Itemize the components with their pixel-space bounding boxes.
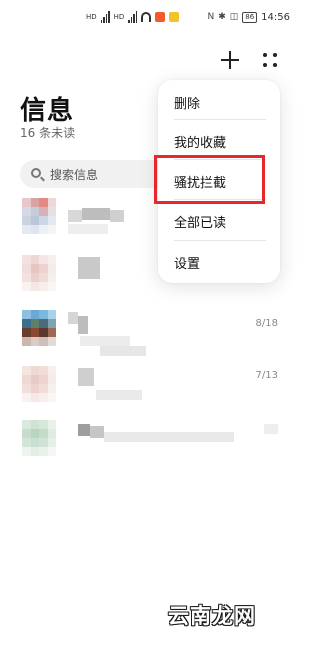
vibrate-icon: ◫ bbox=[229, 12, 239, 22]
conversation-item[interactable] bbox=[0, 420, 300, 475]
menu-item-label: 设置 bbox=[174, 257, 201, 272]
avatar bbox=[22, 255, 56, 291]
unread-count: 16 条未读 bbox=[20, 126, 76, 140]
wifi-icon bbox=[141, 12, 152, 22]
search-placeholder: 搜索信息 bbox=[50, 168, 99, 182]
more-grid-icon[interactable] bbox=[261, 51, 279, 69]
menu-item-mark-all-read[interactable]: 全部已读 bbox=[158, 201, 280, 239]
menu-item-label: 删除 bbox=[174, 97, 201, 112]
conversation-date: 7/13 bbox=[255, 370, 278, 381]
conversation-item[interactable]: 7/13 bbox=[0, 366, 300, 421]
menu-divider bbox=[174, 119, 266, 120]
menu-item-label: 全部已读 bbox=[174, 216, 227, 231]
status-right-group: N ✱ ◫ 86 14:56 bbox=[207, 10, 290, 24]
bluetooth-icon: ✱ bbox=[218, 12, 226, 22]
plus-icon[interactable] bbox=[220, 50, 240, 70]
watermark: 云南龙网 bbox=[168, 604, 256, 628]
avatar bbox=[22, 198, 56, 234]
avatar bbox=[22, 310, 56, 346]
signal-icon-2 bbox=[128, 11, 138, 23]
conversation-date: 8/18 bbox=[255, 318, 278, 329]
status-time: 14:56 bbox=[261, 11, 290, 23]
menu-item-delete[interactable]: 删除 bbox=[158, 82, 280, 120]
network-label-1: HD bbox=[86, 12, 97, 21]
network-label-2: HD bbox=[113, 12, 125, 21]
highlight-annotation-box bbox=[154, 155, 265, 204]
search-icon bbox=[31, 168, 41, 178]
conversation-item[interactable]: 8/18 bbox=[0, 310, 300, 365]
signal-icon bbox=[100, 11, 110, 23]
menu-item-label: 我的收藏 bbox=[174, 136, 227, 151]
status-bar: HD HD N ✱ ◫ 86 14:56 bbox=[0, 0, 300, 40]
avatar bbox=[22, 420, 56, 456]
menu-item-favorites[interactable]: 我的收藏 bbox=[158, 121, 280, 159]
nfc-icon: N bbox=[207, 12, 215, 22]
page-title: 信息 bbox=[20, 96, 75, 126]
app-notification-icon bbox=[155, 12, 166, 22]
app-notification-icon-2 bbox=[169, 12, 180, 22]
status-left-group: HD HD bbox=[86, 10, 180, 24]
battery-icon: 86 bbox=[242, 11, 258, 23]
menu-divider bbox=[174, 240, 266, 241]
menu-item-settings[interactable]: 设置 bbox=[158, 242, 280, 280]
avatar bbox=[22, 366, 56, 402]
